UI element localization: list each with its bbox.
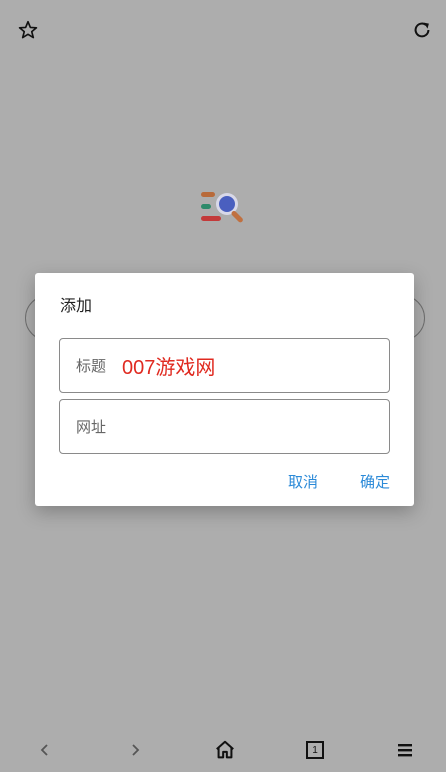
add-bookmark-dialog: 添加 标题 007游戏网 网址 取消 确定 xyxy=(35,273,414,506)
menu-icon[interactable] xyxy=(392,737,418,763)
title-field-label: 标题 xyxy=(76,357,107,375)
title-field[interactable]: 标题 007游戏网 xyxy=(59,338,390,393)
search-logo-icon xyxy=(199,188,251,228)
title-field-value[interactable]: 007游戏网 xyxy=(122,351,215,380)
url-field-label: 网址 xyxy=(76,418,107,436)
confirm-button[interactable]: 确定 xyxy=(360,471,390,492)
bottom-navigation: 1 xyxy=(0,728,446,772)
tab-count: 1 xyxy=(312,744,318,756)
back-icon[interactable] xyxy=(32,737,58,763)
bookmark-star-icon[interactable] xyxy=(16,18,40,42)
refresh-icon[interactable] xyxy=(410,18,434,42)
cancel-button[interactable]: 取消 xyxy=(288,471,318,492)
tabs-icon[interactable]: 1 xyxy=(302,737,328,763)
home-icon[interactable] xyxy=(212,737,238,763)
forward-icon[interactable] xyxy=(122,737,148,763)
url-field[interactable]: 网址 xyxy=(59,399,390,454)
dialog-title: 添加 xyxy=(60,296,93,315)
